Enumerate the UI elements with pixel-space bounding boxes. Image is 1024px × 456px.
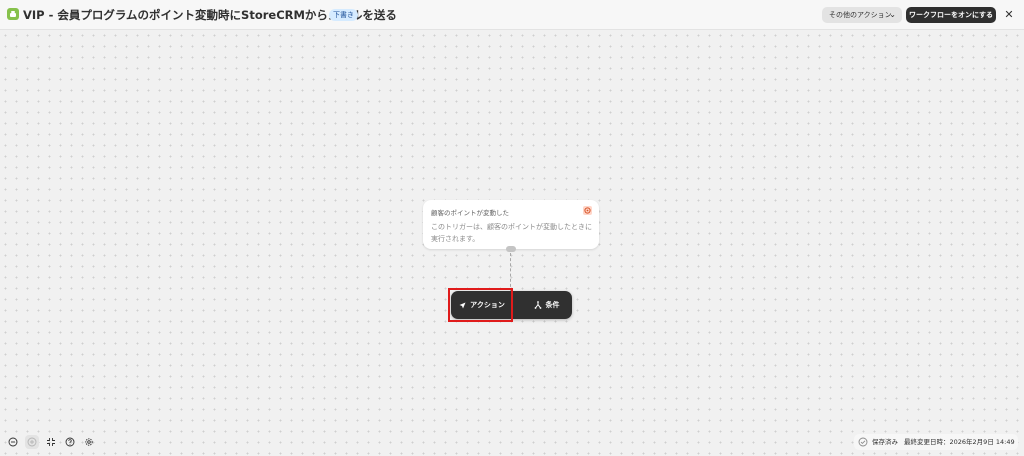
saved-label: 保存済み xyxy=(872,438,898,446)
add-action-button[interactable]: アクション xyxy=(451,291,513,319)
workflow-header: VIP - 会員プログラムのポイント変動時にStoreCRMからメールを送る 下… xyxy=(0,0,1024,30)
dashed-connector xyxy=(510,253,511,292)
turn-on-workflow-button[interactable]: ワークフローをオンにする xyxy=(906,7,996,23)
add-step-menu: アクション 条件 xyxy=(451,291,572,319)
help-icon[interactable] xyxy=(63,435,77,449)
zoom-out-icon[interactable] xyxy=(6,435,20,449)
connector-handle xyxy=(506,246,516,252)
points-icon xyxy=(583,206,592,215)
zoom-in-icon[interactable] xyxy=(25,435,39,449)
more-actions-button[interactable]: その他のアクション ⌄ xyxy=(822,7,902,23)
trigger-description: このトリガーは、顧客のポイントが変動したときに実行されます。 xyxy=(431,223,592,243)
more-actions-label: その他のアクション xyxy=(829,11,892,19)
add-condition-button[interactable]: 条件 xyxy=(521,291,572,319)
canvas-toolbar xyxy=(6,435,96,449)
app-tile-icon xyxy=(7,8,19,20)
trigger-title: 顧客のポイントが変動した xyxy=(431,209,509,217)
close-icon[interactable]: ✕ xyxy=(1002,7,1016,23)
check-circle-icon xyxy=(858,437,868,447)
send-arrow-icon xyxy=(459,302,466,308)
last-updated: 最終変更日時：2026年2月9日 14:49 xyxy=(904,438,1015,446)
settings-icon[interactable] xyxy=(82,435,96,449)
add-action-label: アクション xyxy=(470,301,505,309)
add-condition-label: 条件 xyxy=(545,301,560,309)
branch-icon xyxy=(534,301,541,309)
fit-view-icon[interactable] xyxy=(44,435,58,449)
chevron-down-icon: ⌄ xyxy=(889,10,896,19)
save-status: 保存済み 最終変更日時：2026年2月9日 14:49 xyxy=(854,434,1018,450)
trigger-card[interactable]: 顧客のポイントが変動した このトリガーは、顧客のポイントが変動したときに実行され… xyxy=(423,200,599,249)
status-badge: 下書き xyxy=(329,9,358,21)
